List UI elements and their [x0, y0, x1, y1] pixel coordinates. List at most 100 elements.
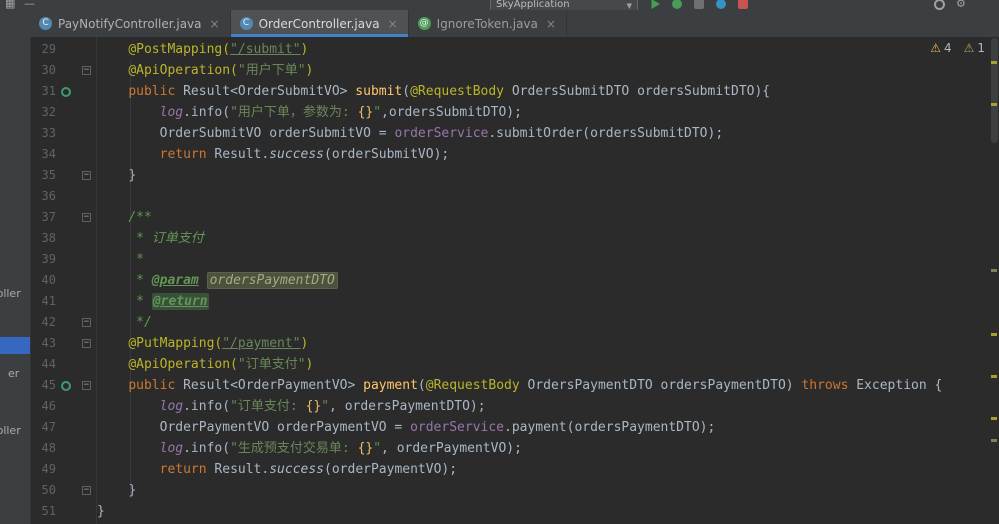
code-text[interactable]: public Result<OrderSubmitVO> submit(@Req…	[97, 81, 999, 102]
code-line[interactable]: 44 @ApiOperation("订单支付")	[30, 354, 999, 375]
tab-ignoretoken[interactable]: @ IgnoreToken.java ×	[409, 10, 567, 37]
coverage-icon[interactable]	[694, 0, 704, 9]
project-tree-item[interactable]: er	[8, 367, 19, 380]
profiler-icon[interactable]	[716, 0, 726, 9]
line-number[interactable]: 41	[30, 291, 56, 312]
project-tree-item[interactable]: troller	[0, 287, 21, 300]
line-number[interactable]: 48	[30, 438, 56, 459]
search-icon[interactable]	[934, 0, 945, 10]
line-number[interactable]: 46	[30, 396, 56, 417]
line-number[interactable]: 51	[30, 501, 56, 522]
code-text[interactable]: return Result.success(orderPaymentVO);	[97, 459, 999, 480]
line-number[interactable]: 39	[30, 249, 56, 270]
request-mapping-icon[interactable]	[56, 375, 76, 396]
line-number[interactable]: 45	[30, 375, 56, 396]
close-icon[interactable]: ×	[210, 17, 220, 31]
line-number[interactable]: 35	[30, 165, 56, 186]
line-number[interactable]: 38	[30, 228, 56, 249]
grid-icon[interactable]: ▦	[5, 0, 15, 10]
request-mapping-icon[interactable]	[56, 81, 76, 102]
code-line[interactable]: 36	[30, 186, 999, 207]
line-number[interactable]: 42	[30, 312, 56, 333]
weak-warnings-indicator[interactable]: ⚠ 1	[964, 41, 985, 55]
code-text[interactable]: log.info("生成预支付交易单: {}", orderPaymentVO)…	[97, 438, 999, 459]
error-stripe-mark[interactable]	[991, 61, 997, 64]
line-number[interactable]: 49	[30, 459, 56, 480]
code-text[interactable]: }	[97, 165, 999, 186]
code-text[interactable]	[97, 186, 999, 207]
code-line[interactable]: 48 log.info("生成预支付交易单: {}", orderPayment…	[30, 438, 999, 459]
line-number[interactable]: 43	[30, 333, 56, 354]
code-text[interactable]: public Result<OrderPaymentVO> payment(@R…	[97, 375, 999, 396]
error-stripe-mark[interactable]	[991, 269, 997, 272]
error-stripe-mark[interactable]	[991, 375, 997, 378]
fold-marker-icon[interactable]: −	[76, 207, 97, 228]
settings-gear-icon[interactable]: ⚙	[956, 0, 966, 10]
code-text[interactable]: /**	[97, 207, 999, 228]
code-text[interactable]: log.info("用户下单，参数为: {}",ordersSubmitDTO)…	[97, 102, 999, 123]
code-line[interactable]: 43− @PutMapping("/payment")	[30, 333, 999, 354]
code-editor[interactable]: 29 @PostMapping("/submit") 30− @ApiOperat…	[30, 37, 999, 524]
code-text[interactable]: }	[97, 480, 999, 501]
fold-marker-icon[interactable]: −	[76, 333, 97, 354]
tab-paynotifycontroller[interactable]: C PayNotifyController.java ×	[30, 10, 231, 37]
code-line[interactable]: 30− @ApiOperation("用户下单")	[30, 60, 999, 81]
close-icon[interactable]: ×	[388, 17, 398, 31]
code-text[interactable]: @ApiOperation("订单支付")	[97, 354, 999, 375]
code-text[interactable]: * 订单支付	[97, 228, 999, 249]
code-line[interactable]: 50− }	[30, 480, 999, 501]
code-line[interactable]: 41 * @return	[30, 291, 999, 312]
fold-marker-icon[interactable]: −	[76, 480, 97, 501]
code-line[interactable]: 38 * 订单支付	[30, 228, 999, 249]
stop-icon[interactable]	[738, 0, 748, 9]
line-number[interactable]: 47	[30, 417, 56, 438]
error-stripe-mark[interactable]	[991, 417, 997, 420]
line-number[interactable]: 34	[30, 144, 56, 165]
scrollbar-thumb[interactable]	[991, 38, 998, 143]
line-number[interactable]: 44	[30, 354, 56, 375]
code-text[interactable]: * @return	[97, 291, 999, 312]
code-line[interactable]: 45− public Result<OrderPaymentVO> paymen…	[30, 375, 999, 396]
fold-marker-icon[interactable]: −	[76, 60, 97, 81]
code-line[interactable]: 32 log.info("用户下单，参数为: {}",ordersSubmitD…	[30, 102, 999, 123]
run-configuration-select[interactable]: SkyApplication ▼	[490, 0, 638, 10]
run-icon[interactable]	[651, 0, 660, 9]
line-number[interactable]: 40	[30, 270, 56, 291]
code-text[interactable]: @PostMapping("/submit")	[97, 39, 999, 60]
line-number[interactable]: 37	[30, 207, 56, 228]
error-stripe-mark[interactable]	[991, 333, 997, 336]
code-line[interactable]: 34 return Result.success(orderSubmitVO);	[30, 144, 999, 165]
line-number[interactable]: 50	[30, 480, 56, 501]
code-text[interactable]: @ApiOperation("用户下单")	[97, 60, 999, 81]
line-number[interactable]: 30	[30, 60, 56, 81]
code-line[interactable]: 33 OrderSubmitVO orderSubmitVO = orderSe…	[30, 123, 999, 144]
code-line[interactable]: 46 log.info("订单支付: {}", ordersPaymentDTO…	[30, 396, 999, 417]
code-text[interactable]: }	[97, 501, 999, 522]
code-text[interactable]: @PutMapping("/payment")	[97, 333, 999, 354]
line-number[interactable]: 29	[30, 39, 56, 60]
code-text[interactable]: * @param ordersPaymentDTO	[97, 270, 999, 291]
inspections-widget[interactable]: ⚠ 4 ⚠ 1	[930, 41, 985, 55]
code-text[interactable]: OrderPaymentVO orderPaymentVO = orderSer…	[97, 417, 999, 438]
line-number[interactable]: 32	[30, 102, 56, 123]
line-number[interactable]: 33	[30, 123, 56, 144]
line-number[interactable]: 36	[30, 186, 56, 207]
fold-marker-icon[interactable]: −	[76, 375, 97, 396]
error-stripe-mark[interactable]	[991, 103, 997, 106]
line-number[interactable]: 31	[30, 81, 56, 102]
code-line[interactable]: 37− /**	[30, 207, 999, 228]
error-stripe-mark[interactable]	[991, 439, 997, 442]
code-text[interactable]: log.info("订单支付: {}", ordersPaymentDTO);	[97, 396, 999, 417]
error-stripe[interactable]	[989, 37, 999, 524]
code-text[interactable]: */	[97, 312, 999, 333]
project-tree-item[interactable]: troller	[0, 424, 21, 437]
debug-icon[interactable]	[672, 0, 682, 9]
code-line[interactable]: 47 OrderPaymentVO orderPaymentVO = order…	[30, 417, 999, 438]
code-line[interactable]: 35− }	[30, 165, 999, 186]
close-icon[interactable]: ×	[546, 17, 556, 31]
code-line[interactable]: 29 @PostMapping("/submit")	[30, 39, 999, 60]
code-text[interactable]: return Result.success(orderSubmitVO);	[97, 144, 999, 165]
code-line[interactable]: 42− */	[30, 312, 999, 333]
code-line[interactable]: 31 public Result<OrderSubmitVO> submit(@…	[30, 81, 999, 102]
code-line[interactable]: 49 return Result.success(orderPaymentVO)…	[30, 459, 999, 480]
